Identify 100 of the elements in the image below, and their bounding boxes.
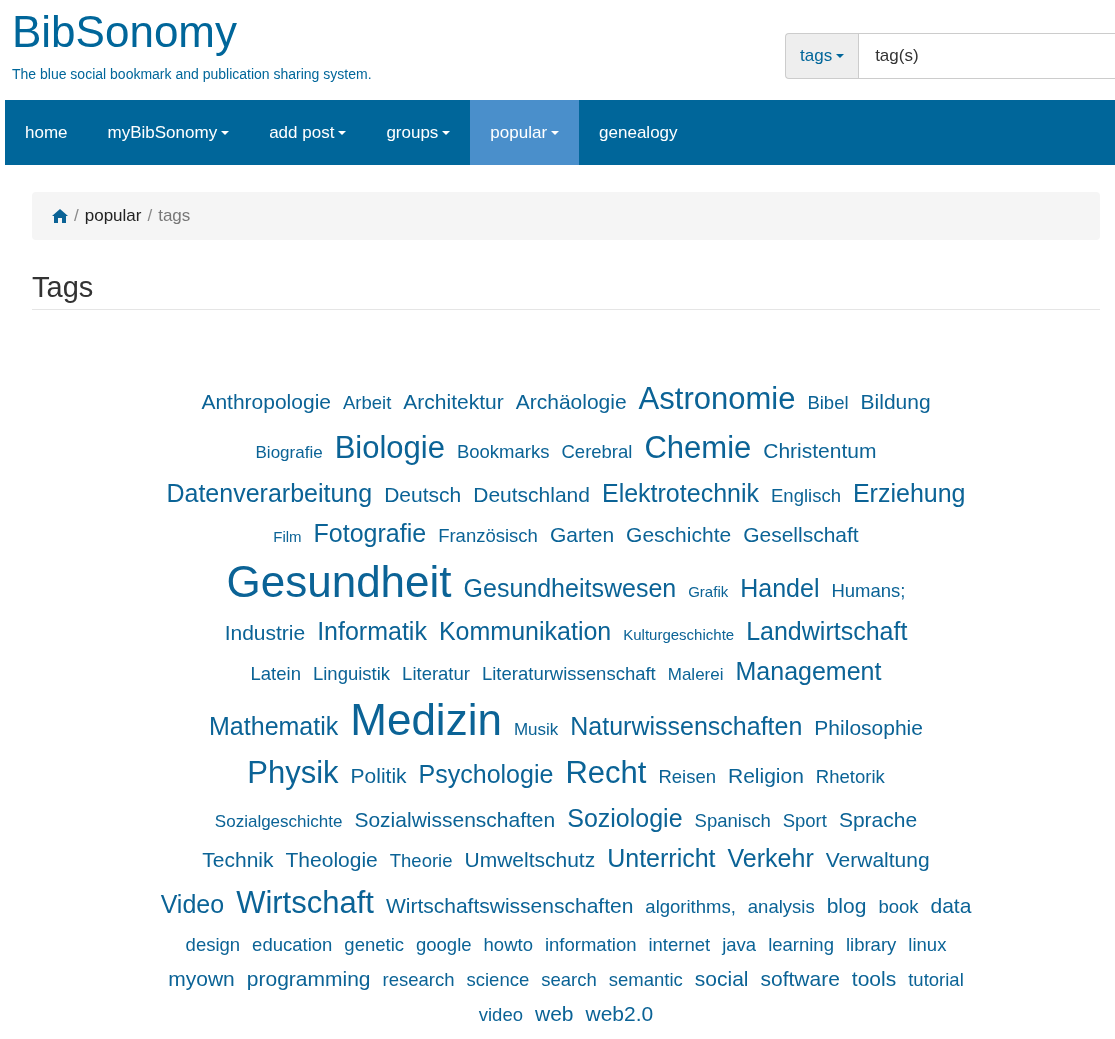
tag-link[interactable]: Management	[735, 650, 882, 691]
tag-link[interactable]: Französisch	[438, 519, 538, 554]
tag-link[interactable]: Video	[160, 884, 225, 925]
tag-link[interactable]: Garten	[549, 518, 615, 553]
tag-link[interactable]: Bookmarks	[456, 435, 550, 470]
tag-link[interactable]: Christentum	[763, 434, 877, 470]
tag-link[interactable]: linux	[908, 927, 947, 962]
tag-link[interactable]: Verwaltung	[825, 843, 930, 878]
tag-link[interactable]: Sozialgeschichte	[214, 805, 343, 838]
nav-item[interactable]: myBibSonomy	[87, 100, 250, 165]
nav-item[interactable]: genealogy	[579, 100, 698, 165]
tag-link[interactable]: education	[252, 927, 333, 962]
tag-link[interactable]: Architektur	[403, 384, 504, 420]
tag-link[interactable]: analysis	[747, 890, 815, 925]
tag-link[interactable]: java	[722, 927, 757, 962]
tag-link[interactable]: Philosophie	[814, 710, 923, 746]
tag-link[interactable]: Informatik	[317, 610, 427, 651]
tag-link[interactable]: Handel	[740, 568, 820, 609]
tag-link[interactable]: web	[535, 997, 574, 1032]
tag-link[interactable]: search	[541, 963, 597, 998]
tag-link[interactable]: Deutschland	[473, 478, 590, 513]
tag-link[interactable]: Gesellschaft	[743, 518, 859, 553]
tag-link[interactable]: Grafik	[688, 578, 729, 607]
tag-link[interactable]: Astronomie	[638, 373, 796, 424]
tag-link[interactable]: Malerei	[667, 658, 724, 691]
tag-link[interactable]: Archäologie	[515, 384, 627, 420]
tag-link[interactable]: Gesundheit	[226, 553, 452, 611]
nav-item[interactable]: popular	[470, 100, 580, 165]
tag-link[interactable]: Medizin	[350, 690, 502, 749]
tag-link[interactable]: Verkehr	[727, 838, 814, 878]
tag-link[interactable]: Fotografie	[313, 513, 427, 554]
tag-link[interactable]: Wirtschaft	[236, 878, 374, 928]
tag-link[interactable]: Mathematik	[209, 705, 339, 746]
tag-link[interactable]: Englisch	[771, 479, 841, 514]
tag-link[interactable]: Arbeit	[343, 385, 392, 420]
tag-link[interactable]: myown	[168, 962, 235, 997]
tag-link[interactable]: Biografie	[255, 437, 323, 470]
home-icon[interactable]	[52, 209, 68, 223]
tag-link[interactable]: Landwirtschaft	[746, 610, 908, 651]
tag-link[interactable]: Latein	[250, 656, 301, 691]
nav-item[interactable]: groups	[366, 100, 471, 165]
tag-link[interactable]: Bibel	[807, 385, 849, 420]
tag-link[interactable]: Psychologie	[418, 754, 554, 795]
tag-link[interactable]: Literatur	[402, 656, 470, 691]
tag-link[interactable]: Deutsch	[384, 478, 462, 513]
tag-link[interactable]: Gesundheitswesen	[463, 568, 677, 609]
tag-link[interactable]: research	[382, 963, 455, 998]
tag-link[interactable]: learning	[768, 927, 834, 962]
tag-link[interactable]: blog	[826, 889, 867, 924]
tag-link[interactable]: tools	[851, 962, 897, 997]
tag-link[interactable]: data	[930, 889, 972, 924]
tag-link[interactable]: Geschichte	[626, 518, 732, 553]
tag-link[interactable]: software	[760, 962, 840, 997]
tag-link[interactable]: genetic	[344, 927, 404, 962]
tag-link[interactable]: algorithms,	[645, 890, 736, 925]
tag-link[interactable]: Soziologie	[567, 797, 683, 838]
tag-link[interactable]: Literaturwissenschaft	[481, 656, 656, 691]
search-field[interactable]: tag(s)	[858, 33, 1115, 79]
tag-link[interactable]: semantic	[608, 963, 683, 998]
tag-link[interactable]: Theologie	[285, 843, 378, 878]
tag-link[interactable]: Unterricht	[607, 838, 716, 878]
tag-link[interactable]: Technik	[202, 843, 274, 878]
tag-link[interactable]: web2.0	[585, 997, 654, 1032]
tag-link[interactable]: programming	[246, 962, 371, 997]
tag-link[interactable]: Humans;	[831, 574, 906, 609]
tag-link[interactable]: Sport	[782, 803, 827, 838]
tag-link[interactable]: Kommunikation	[438, 610, 612, 651]
tag-link[interactable]: Erziehung	[852, 473, 966, 513]
tag-link[interactable]: design	[185, 927, 241, 962]
tag-link[interactable]: Umweltschutz	[464, 843, 596, 878]
tag-link[interactable]: Spanisch	[694, 803, 771, 838]
tag-link[interactable]: internet	[648, 927, 711, 962]
tag-link[interactable]: library	[845, 927, 897, 962]
tag-link[interactable]: Sozialwissenschaften	[354, 802, 556, 838]
tag-link[interactable]: Linguistik	[312, 656, 391, 691]
tag-link[interactable]: Naturwissenschaften	[570, 705, 803, 746]
tag-link[interactable]: Theorie	[389, 844, 453, 879]
tag-link[interactable]: Recht	[565, 748, 647, 798]
tag-link[interactable]: Reisen	[658, 760, 716, 795]
tag-link[interactable]: information	[544, 927, 637, 962]
nav-item[interactable]: add post	[249, 100, 367, 165]
tag-link[interactable]: Bildung	[860, 384, 931, 420]
tag-link[interactable]: Religion	[727, 759, 804, 794]
tag-link[interactable]: Politik	[350, 759, 407, 794]
tag-link[interactable]: video	[478, 998, 523, 1033]
tag-link[interactable]: Datenverarbeitung	[166, 473, 373, 513]
tag-link[interactable]: Physik	[247, 748, 339, 798]
tag-link[interactable]: social	[694, 962, 749, 997]
tag-link[interactable]: tutorial	[908, 963, 964, 998]
tag-link[interactable]: Musik	[513, 713, 559, 747]
tag-link[interactable]: Film	[273, 523, 302, 552]
tag-link[interactable]: google	[416, 927, 472, 962]
tag-link[interactable]: Biologie	[334, 423, 445, 473]
tag-link[interactable]: Sprache	[838, 802, 918, 838]
tag-link[interactable]: book	[878, 890, 919, 925]
tag-link[interactable]: Cerebral	[561, 435, 633, 470]
tag-link[interactable]: Industrie	[224, 615, 306, 651]
site-logo[interactable]: BibSonomy	[12, 10, 237, 54]
tag-link[interactable]: Kulturgeschichte	[623, 620, 735, 650]
scope-dropdown[interactable]: tags	[785, 33, 859, 79]
